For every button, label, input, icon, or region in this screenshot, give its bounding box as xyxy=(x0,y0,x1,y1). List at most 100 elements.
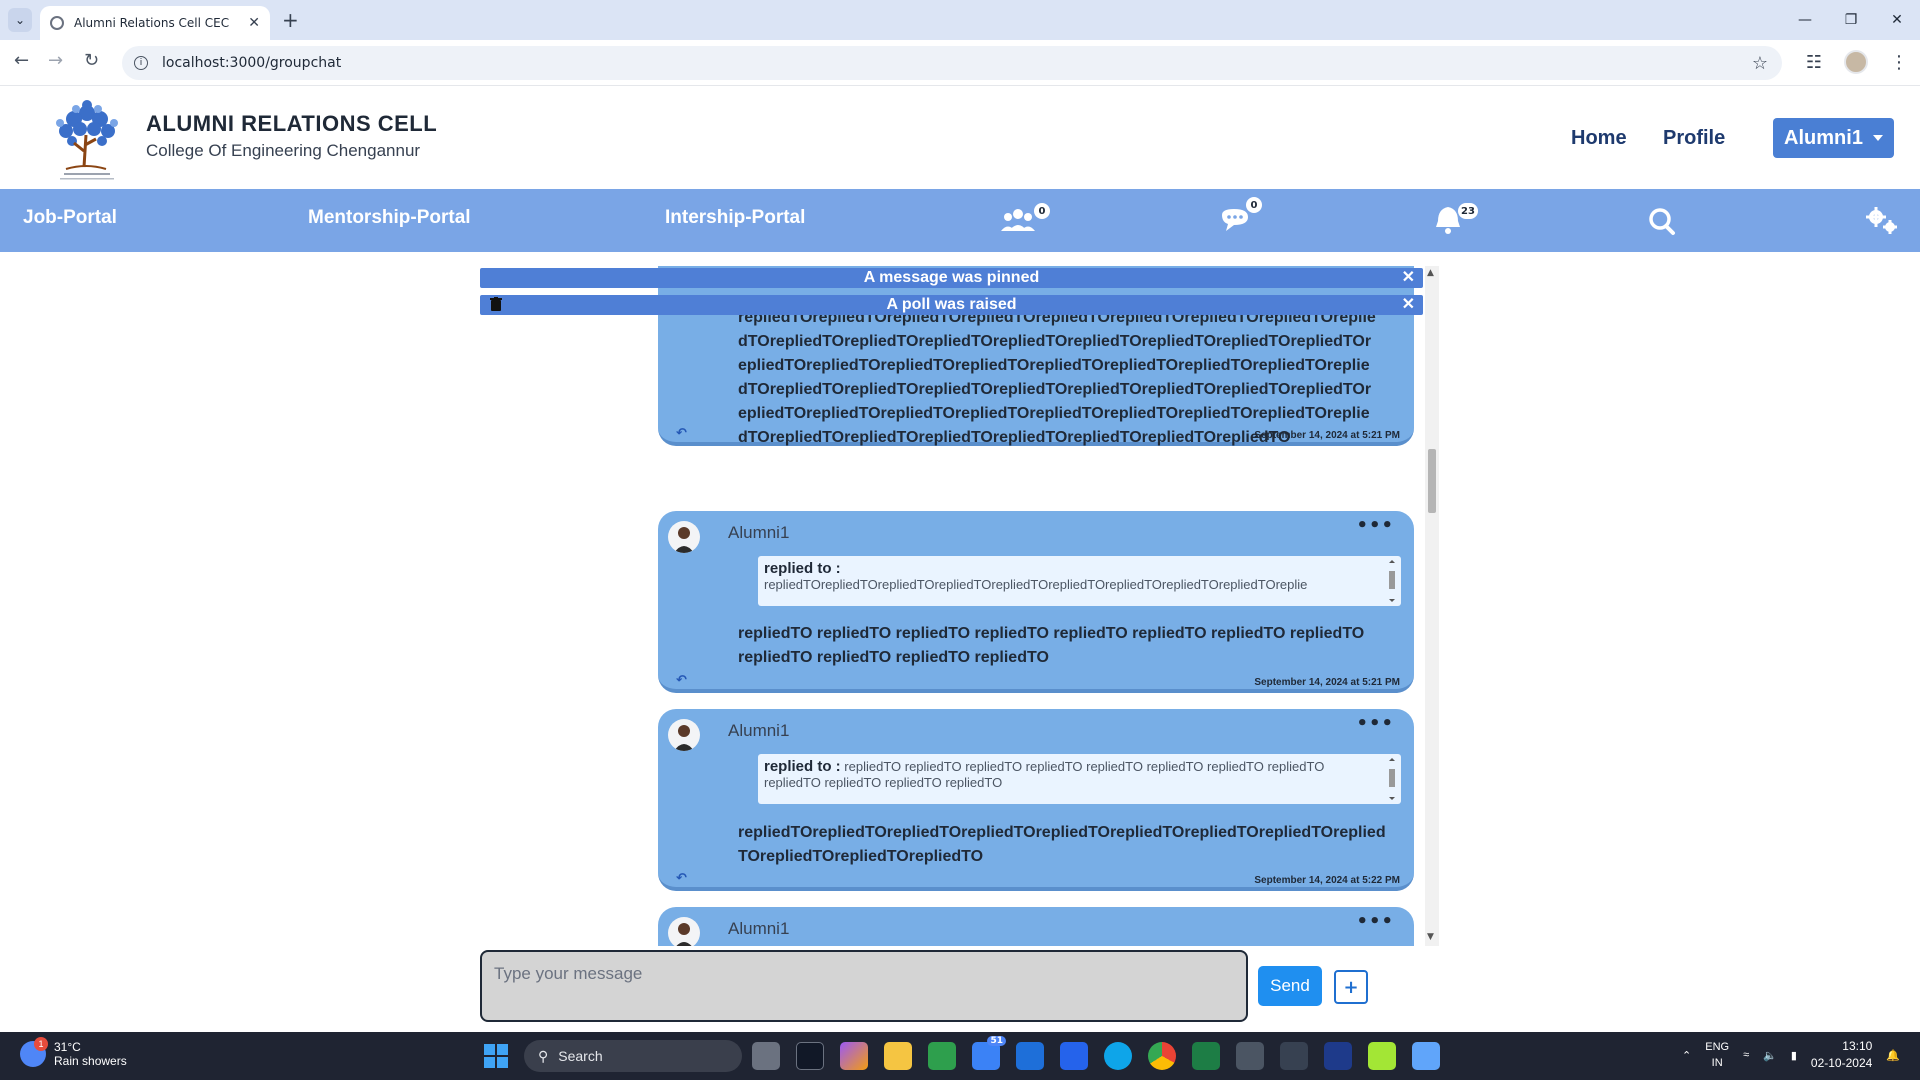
copilot-icon[interactable] xyxy=(840,1042,868,1070)
app-icon[interactable] xyxy=(1280,1042,1308,1070)
extensions-icon[interactable]: ☷ xyxy=(1806,52,1822,73)
search-button[interactable] xyxy=(1646,201,1680,241)
settings-button[interactable] xyxy=(1862,201,1902,241)
restore-button[interactable]: ❐ xyxy=(1828,0,1874,40)
taskbar-search-label: Search xyxy=(558,1048,603,1064)
sheets-icon[interactable] xyxy=(928,1042,956,1070)
chat-message: Alumni1 ••• replied to : repliedTOreplie… xyxy=(658,511,1414,693)
job-portal-link[interactable]: Job-Portal xyxy=(23,207,117,229)
chrome-icon[interactable] xyxy=(1148,1042,1176,1070)
close-poll-icon[interactable]: ✕ xyxy=(1402,295,1415,315)
tab-search-button[interactable]: ⌄ xyxy=(8,8,32,32)
notification-bell-icon[interactable]: 🔔 xyxy=(1886,1049,1900,1062)
portal-navbar: Job-Portal Mentorship-Portal Intership-P… xyxy=(0,189,1920,252)
app-icon[interactable] xyxy=(1324,1042,1352,1070)
trash-icon[interactable] xyxy=(490,297,502,311)
replied-to-box[interactable]: replied to : repliedTO repliedTO replied… xyxy=(758,754,1401,804)
weather-condition: Rain showers xyxy=(54,1054,127,1068)
message-options-icon[interactable]: ••• xyxy=(1356,713,1394,734)
vscode-icon[interactable] xyxy=(1016,1042,1044,1070)
groups-button[interactable]: 0 xyxy=(998,201,1054,241)
message-username[interactable]: Alumni1 xyxy=(728,523,789,543)
attach-plus-button[interactable]: + xyxy=(1334,970,1368,1004)
reload-button[interactable]: ↻ xyxy=(84,50,99,71)
reply-scrollbar[interactable] xyxy=(1387,558,1397,604)
windows-start-icon[interactable] xyxy=(484,1044,508,1068)
message-body: repliedTOrepliedTOrepliedTOrepliedTOrepl… xyxy=(738,309,1376,446)
wifi-icon[interactable]: ≈ xyxy=(1743,1049,1749,1061)
browser-menu-icon[interactable]: ⋮ xyxy=(1890,52,1908,73)
address-bar[interactable]: i localhost:3000/groupchat ☆ xyxy=(122,46,1782,80)
messages-button[interactable]: 0 xyxy=(1218,197,1274,241)
message-timestamp: September 14, 2024 at 5:21 PM xyxy=(1254,430,1400,441)
speaker-muted-icon[interactable]: 🔈 xyxy=(1763,1049,1777,1062)
group-chat-panel[interactable]: A message was pinned ✕ A poll was raised… xyxy=(480,266,1440,946)
close-window-button[interactable]: ✕ xyxy=(1874,0,1920,40)
user-avatar[interactable] xyxy=(668,521,700,553)
file-explorer-icon[interactable] xyxy=(884,1042,912,1070)
clock[interactable]: 13:10 02-10-2024 xyxy=(1811,1038,1872,1072)
taskbar-search[interactable]: ⚲ Search xyxy=(524,1040,742,1072)
forward-button[interactable]: → xyxy=(48,50,63,71)
user-avatar[interactable] xyxy=(668,917,700,946)
user-menu-label: Alumni1 xyxy=(1784,126,1863,149)
message-body: repliedTO repliedTO repliedTO repliedTO … xyxy=(738,625,1365,666)
scroll-up-arrow-icon[interactable]: ▲ xyxy=(1427,268,1434,278)
nav-home-link[interactable]: Home xyxy=(1571,127,1627,150)
mentorship-portal-link[interactable]: Mentorship-Portal xyxy=(308,207,471,229)
message-input[interactable]: Type your message xyxy=(480,950,1248,1022)
scroll-down-arrow-icon[interactable]: ▼ xyxy=(1427,932,1434,942)
reply-icon[interactable]: ↶ xyxy=(676,426,687,441)
reply-scrollbar[interactable] xyxy=(1387,756,1397,802)
app-icon[interactable] xyxy=(1236,1042,1264,1070)
pinned-banner-text: A message was pinned xyxy=(863,269,1040,286)
message-username[interactable]: Alumni1 xyxy=(728,721,789,741)
task-view-icon[interactable] xyxy=(752,1042,780,1070)
excel-icon[interactable] xyxy=(1192,1042,1220,1070)
language-indicator[interactable]: ENG IN xyxy=(1705,1039,1729,1071)
terminal-icon[interactable] xyxy=(796,1042,824,1070)
tab-close-icon[interactable]: ✕ xyxy=(248,15,260,31)
message-options-icon[interactable]: ••• xyxy=(1356,515,1394,536)
site-info-icon[interactable]: i xyxy=(134,56,148,70)
send-button[interactable]: Send xyxy=(1258,966,1322,1006)
bookmark-star-icon[interactable]: ☆ xyxy=(1752,53,1768,74)
pinned-message-banner[interactable]: A message was pinned ✕ xyxy=(480,268,1423,288)
notifications-count-badge: 23 xyxy=(1458,203,1478,219)
store-icon[interactable] xyxy=(1060,1042,1088,1070)
browser-toolbar: ← → ↻ i localhost:3000/groupchat ☆ ☷ ⋮ xyxy=(0,40,1920,86)
user-menu-button[interactable]: Alumni1 xyxy=(1773,118,1894,158)
messages-count-badge: 0 xyxy=(1246,197,1262,213)
close-pinned-icon[interactable]: ✕ xyxy=(1402,268,1415,288)
poll-banner[interactable]: A poll was raised ✕ xyxy=(480,295,1423,315)
chat-scrollbar-track[interactable] xyxy=(1425,266,1439,946)
message-username[interactable]: Alumni1 xyxy=(728,919,789,939)
browser-actions: ☷ ⋮ xyxy=(1806,50,1908,74)
battery-icon[interactable]: ▮ xyxy=(1791,1049,1797,1062)
chevron-up-icon[interactable]: ⌃ xyxy=(1682,1049,1691,1062)
notepad-icon[interactable] xyxy=(1412,1042,1440,1070)
browser-profile-avatar[interactable] xyxy=(1844,50,1868,74)
pycharm-icon[interactable] xyxy=(1368,1042,1396,1070)
clock-date: 02-10-2024 xyxy=(1810,1056,1873,1070)
replied-to-box[interactable]: replied to : repliedTOrepliedTOrepliedTO… xyxy=(758,556,1401,606)
search-icon xyxy=(1649,208,1675,235)
user-avatar[interactable] xyxy=(668,719,700,751)
notifications-button[interactable]: 23 xyxy=(1432,201,1488,241)
windows-taskbar: 1 31°C Rain showers ⚲ Search 51 ⌃ ENG IN xyxy=(0,1032,1920,1080)
globe-icon xyxy=(50,16,64,30)
message-options-icon[interactable]: ••• xyxy=(1356,911,1394,932)
edge-icon[interactable] xyxy=(1104,1042,1132,1070)
back-button[interactable]: ← xyxy=(14,50,29,71)
mail-icon[interactable]: 51 xyxy=(972,1036,1006,1070)
nav-profile-link[interactable]: Profile xyxy=(1663,127,1725,150)
weather-widget[interactable]: 1 31°C Rain showers xyxy=(20,1037,127,1068)
minimize-button[interactable]: — xyxy=(1782,0,1828,40)
chat-scrollbar-thumb[interactable] xyxy=(1428,449,1436,513)
internship-portal-link[interactable]: Intership-Portal xyxy=(665,207,805,229)
new-tab-button[interactable]: + xyxy=(282,8,299,32)
reply-icon[interactable]: ↶ xyxy=(676,871,687,886)
lang-top: ENG xyxy=(1705,1041,1730,1053)
reply-icon[interactable]: ↶ xyxy=(676,673,687,688)
browser-tab[interactable]: Alumni Relations Cell CEC ✕ xyxy=(40,6,270,40)
